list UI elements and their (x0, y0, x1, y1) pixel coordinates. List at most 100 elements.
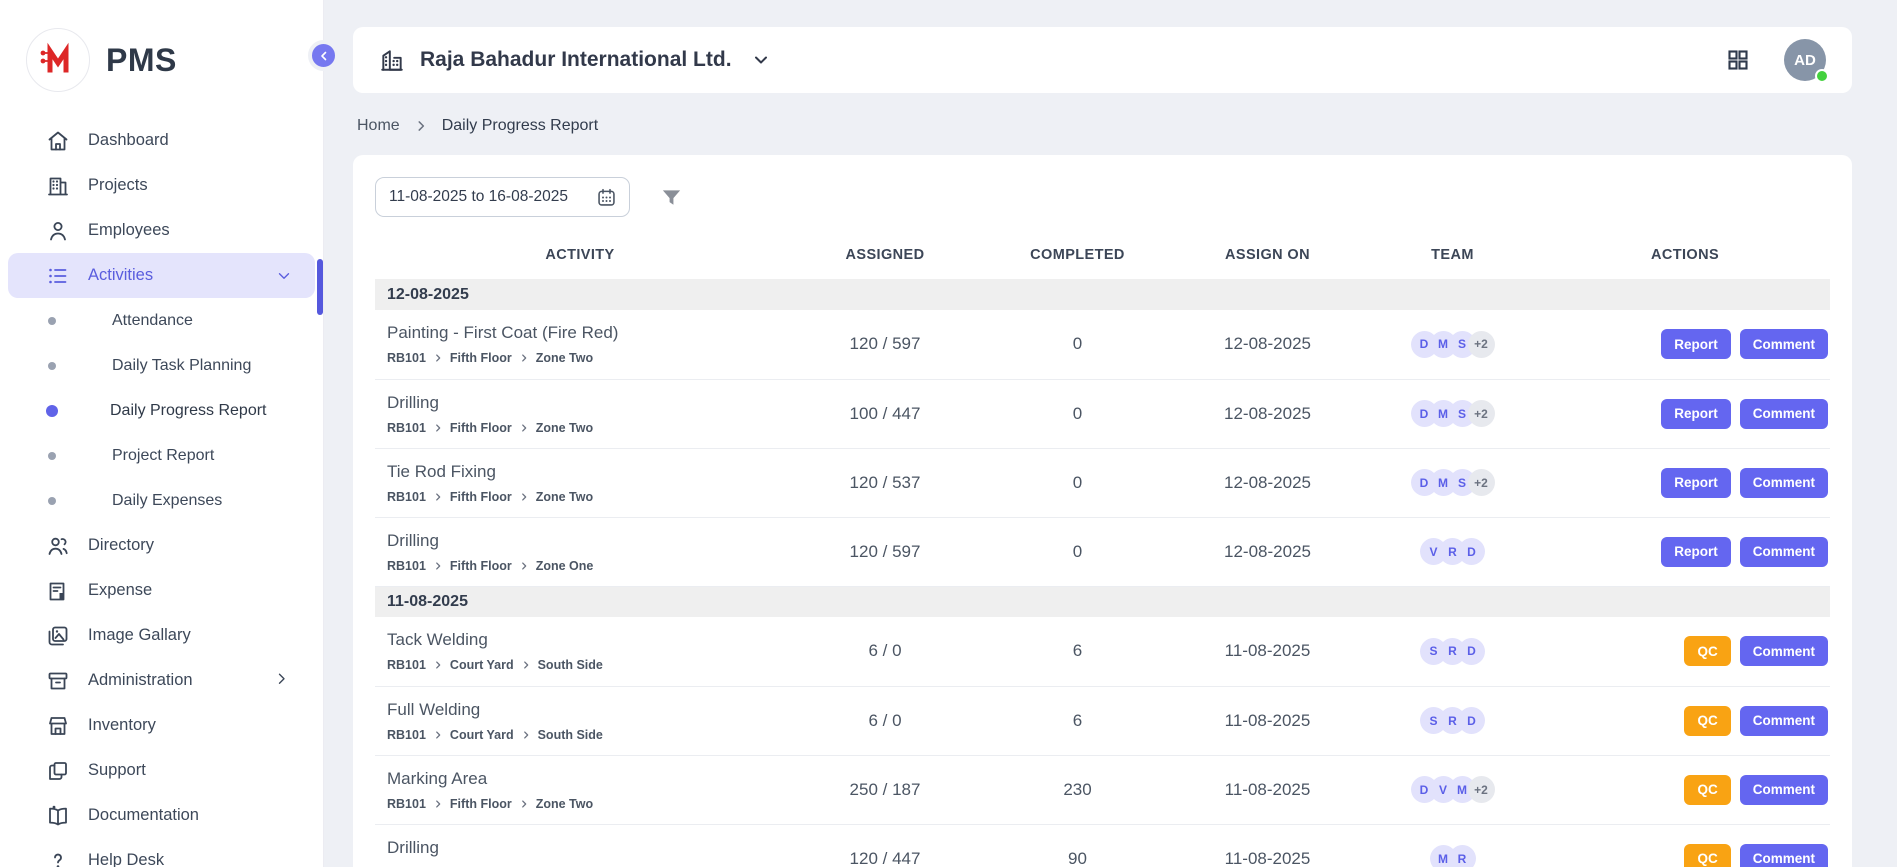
sidebar-item-help-desk[interactable]: Help Desk (8, 838, 315, 867)
path-segment: RB101 (387, 421, 426, 435)
sidebar-subitem-project-report[interactable]: Project Report (0, 433, 323, 478)
calendar-icon[interactable] (596, 187, 617, 208)
activity-name: Painting - First Coat (Fire Red) (387, 323, 785, 343)
team-member-badge[interactable]: R (1449, 845, 1476, 867)
qc-button[interactable]: QC (1684, 844, 1730, 867)
team-member-badge[interactable]: D (1458, 538, 1485, 565)
user-avatar[interactable]: AD (1784, 39, 1826, 81)
date-range-input[interactable] (389, 188, 588, 206)
report-button[interactable]: Report (1661, 329, 1731, 359)
team-badges: MR (1430, 845, 1476, 867)
qc-button[interactable]: QC (1684, 775, 1730, 805)
path-segment: RB101 (387, 490, 426, 504)
sidebar-item-image-gallary[interactable]: Image Gallary (8, 613, 315, 658)
report-button[interactable]: Report (1661, 468, 1731, 498)
comment-button[interactable]: Comment (1740, 468, 1828, 498)
table-row: Drilling RB101Fifth FloorZone One 120 / … (375, 517, 1830, 586)
company-selector[interactable]: Raja Bahadur International Ltd. (379, 47, 771, 73)
table-header-row: ACTIVITY ASSIGNED COMPLETED ASSIGN ON TE… (375, 243, 1830, 279)
book-icon (46, 804, 70, 828)
comment-button[interactable]: Comment (1740, 844, 1828, 867)
sidebar-subitem-label: Daily Progress Report (110, 402, 267, 420)
col-header-actions: ACTIONS (1540, 243, 1830, 279)
team-badges: DMS+2 (1411, 469, 1495, 496)
qc-button[interactable]: QC (1684, 636, 1730, 666)
completed-value: 230 (985, 755, 1170, 824)
team-badges: DMS+2 (1411, 331, 1495, 358)
team-member-badge[interactable]: D (1458, 638, 1485, 665)
table-row: Tie Rod Fixing RB101Fifth FloorZone Two … (375, 448, 1830, 517)
sidebar-item-support[interactable]: Support (8, 748, 315, 793)
comment-button[interactable]: Comment (1740, 399, 1828, 429)
comment-button[interactable]: Comment (1740, 775, 1828, 805)
col-header-assigned: ASSIGNED (785, 243, 985, 279)
sidebar-item-projects[interactable]: Projects (8, 163, 315, 208)
sidebar-subitem-daily-progress-report[interactable]: Daily Progress Report (0, 388, 323, 433)
invoice-icon (46, 579, 70, 603)
path-segment: Zone One (536, 559, 594, 573)
apps-grid-icon[interactable] (1726, 48, 1750, 72)
store-icon (46, 714, 70, 738)
assign-on-date: 11-08-2025 (1170, 824, 1365, 867)
sidebar-item-label: Dashboard (88, 131, 293, 150)
sidebar-item-documentation[interactable]: Documentation (8, 793, 315, 838)
sidebar-item-activities[interactable]: Activities (8, 253, 315, 298)
activity-path: RB101Fifth FloorZone One (387, 559, 785, 573)
team-badges: SRD (1420, 638, 1485, 665)
sidebar-item-expense[interactable]: Expense (8, 568, 315, 613)
topbar-right: AD (1726, 39, 1826, 81)
sidebar-item-inventory[interactable]: Inventory (8, 703, 315, 748)
team-extra-badge[interactable]: +2 (1468, 776, 1495, 803)
sidebar-item-employees[interactable]: Employees (8, 208, 315, 253)
report-button[interactable]: Report (1661, 399, 1731, 429)
activity-name: Drilling (387, 838, 785, 858)
table-row: Drilling RB101Fifth FloorZone Two 120 / … (375, 824, 1830, 867)
active-accent-bar (317, 259, 323, 315)
team-extra-badge[interactable]: +2 (1468, 400, 1495, 427)
sidebar-item-directory[interactable]: Directory (8, 523, 315, 568)
company-name: Raja Bahadur International Ltd. (420, 48, 732, 72)
breadcrumb-home-link[interactable]: Home (357, 117, 400, 135)
sidebar-subitem-daily-expenses[interactable]: Daily Expenses (0, 478, 323, 523)
completed-value: 90 (985, 824, 1170, 867)
date-range-picker[interactable] (375, 177, 630, 217)
brand-name: PMS (106, 42, 177, 79)
path-segment: RB101 (387, 797, 426, 811)
assign-on-date: 12-08-2025 (1170, 448, 1365, 517)
table-row: Painting - First Coat (Fire Red) RB101Fi… (375, 310, 1830, 379)
team-member-badge[interactable]: D (1458, 707, 1485, 734)
sidebar-item-label: Inventory (88, 716, 293, 735)
filter-funnel-icon[interactable] (660, 186, 683, 209)
table-row: Tack Welding RB101Court YardSouth Side 6… (375, 617, 1830, 686)
sidebar-subitem-attendance[interactable]: Attendance (0, 298, 323, 343)
sidebar-subitem-daily-task-planning[interactable]: Daily Task Planning (0, 343, 323, 388)
team-extra-badge[interactable]: +2 (1468, 331, 1495, 358)
sidebar-collapse-button[interactable] (308, 40, 339, 71)
image-icon (46, 624, 70, 648)
path-chevron-icon (433, 660, 443, 670)
sidebar-item-dashboard[interactable]: Dashboard (8, 118, 315, 163)
comment-button[interactable]: Comment (1740, 537, 1828, 567)
qc-button[interactable]: QC (1684, 706, 1730, 736)
comment-button[interactable]: Comment (1740, 706, 1828, 736)
path-chevron-icon (519, 799, 529, 809)
sidebar-subitem-label: Daily Task Planning (112, 357, 251, 375)
assigned-value: 120 / 597 (785, 517, 985, 586)
topbar: Raja Bahadur International Ltd. AD (353, 27, 1852, 93)
completed-value: 0 (985, 517, 1170, 586)
path-segment: Zone Two (536, 351, 593, 365)
path-segment: RB101 (387, 351, 426, 365)
sidebar-item-label: Image Gallary (88, 626, 293, 645)
path-segment: Fifth Floor (450, 490, 512, 504)
path-chevron-icon (433, 492, 443, 502)
comment-button[interactable]: Comment (1740, 636, 1828, 666)
filter-row (375, 177, 1830, 217)
path-segment: Zone Two (536, 421, 593, 435)
comment-button[interactable]: Comment (1740, 329, 1828, 359)
completed-value: 0 (985, 379, 1170, 448)
sidebar-item-label: Expense (88, 581, 293, 600)
team-extra-badge[interactable]: +2 (1468, 469, 1495, 496)
report-button[interactable]: Report (1661, 537, 1731, 567)
sidebar-item-administration[interactable]: Administration (8, 658, 315, 703)
path-segment: South Side (538, 658, 603, 672)
